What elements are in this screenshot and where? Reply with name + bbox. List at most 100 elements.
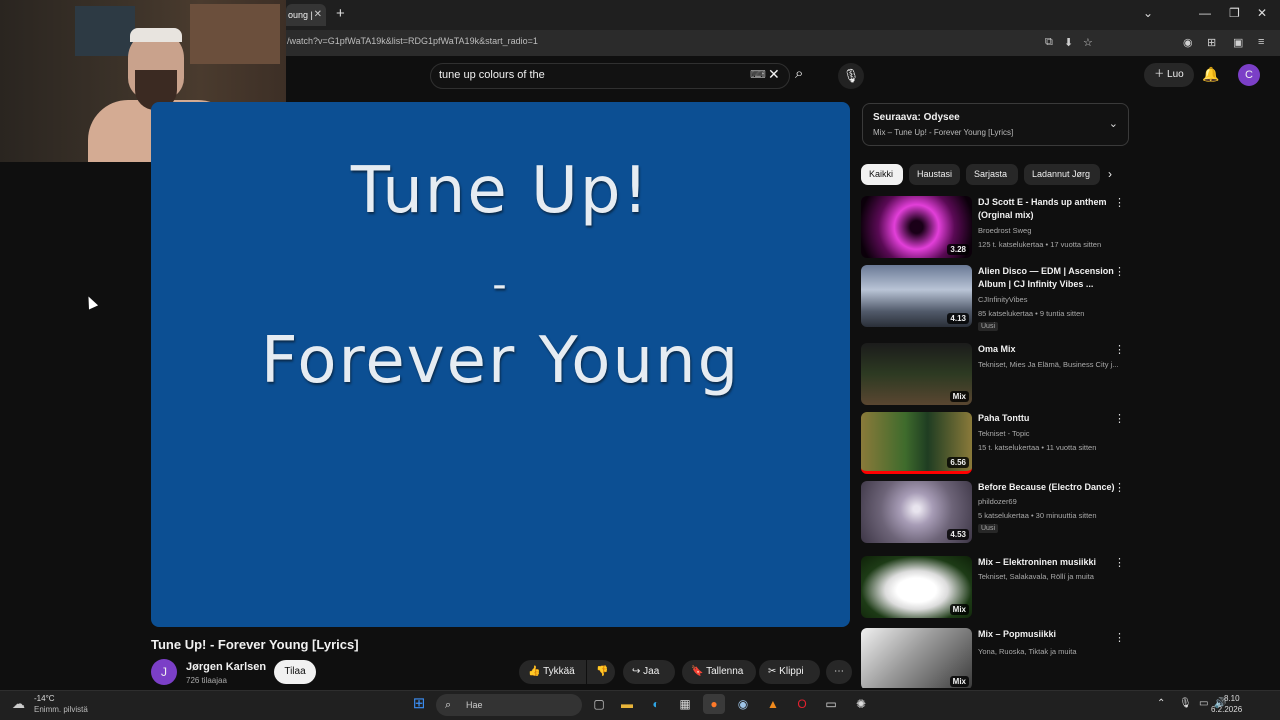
recommendation-channel[interactable]: Tekniset, Salakavala, Röllí ja muita [978,572,1126,581]
recommendation-title[interactable]: Paha Tonttu [978,412,1118,425]
chip-all[interactable]: Kaikki [861,164,903,185]
share-button[interactable]: ↪ Jaa [623,660,675,684]
keyboard-icon[interactable]: ⌨ [750,68,766,81]
recommendation-title[interactable]: Alien Disco — EDM | Ascension Album | CJ… [978,265,1118,291]
recommendation-item[interactable]: 6.56 Paha Tonttu Tekniset - Topic 15 t. … [861,412,1131,476]
clock-time[interactable]: 8.10 [1224,694,1240,703]
chevron-right-icon[interactable]: › [1108,167,1112,181]
menu-icon[interactable]: ≡ [1258,36,1264,48]
thumbnail[interactable]: Mix [861,556,972,618]
clear-search-icon[interactable]: ✕ [768,66,780,83]
recommendation-item[interactable]: 4.53 Before Because (Electro Dance) phil… [861,481,1131,545]
recommendation-item[interactable]: 3.28 DJ Scott E - Hands up anthem (Orgin… [861,196,1131,260]
opera-icon[interactable]: O [791,694,813,714]
extensions-icon[interactable]: ⊞ [1207,36,1216,49]
recommendation-title[interactable]: Before Because (Electro Dance) [978,481,1118,494]
create-button[interactable]: ＋ Luo [1144,63,1194,87]
browser-tab[interactable]: oung | ✕ [286,4,326,26]
microphone-icon[interactable]: 🎙 [838,63,864,89]
chip-search[interactable]: Haustasi [909,164,960,185]
recommendation-title[interactable]: Oma Mix [978,343,1118,356]
recommendation-item[interactable]: 4.13 Alien Disco — EDM | Ascension Album… [861,265,1131,331]
tray-chevron-up-icon[interactable]: ⌃ [1157,698,1165,709]
subscribe-button[interactable]: Tilaa [274,660,316,684]
weather-temp[interactable]: -14°C [34,694,55,703]
clip-button[interactable]: ✂ Klippi [759,660,820,684]
edge-browser-icon[interactable]: ◐ [645,694,667,714]
video-frame-line2: - [492,262,509,308]
recommendation-stats: 85 katselukertaa • 9 tuntia sitten [978,309,1085,318]
recommendation-channel[interactable]: CJInfinityVibes [978,295,1126,304]
terminal-icon[interactable]: ▭ [820,694,842,714]
chevron-down-icon[interactable]: ⌄ [1109,117,1118,130]
more-vert-icon[interactable]: ⋮ [1114,481,1125,494]
picture-in-picture-icon[interactable]: ⧉ [1045,36,1053,49]
steam-icon[interactable]: ◉ [732,694,754,714]
thumbnail[interactable]: 4.53 [861,481,972,543]
thumbnail[interactable]: 3.28 [861,196,972,258]
close-tab-icon[interactable]: ✕ [314,4,322,26]
recommendation-channel[interactable]: Tekniset - Topic [978,429,1126,438]
notifications-bell-icon[interactable]: 🔔 [1202,66,1219,83]
dislike-button[interactable]: 👎 [587,660,615,684]
restore-icon[interactable]: ❐ [1229,6,1240,20]
close-window-icon[interactable]: ✕ [1257,6,1267,20]
up-next-panel[interactable]: Seuraava: Odysee Mix – Tune Up! - Foreve… [862,103,1129,146]
minimize-icon[interactable]: — [1199,6,1211,20]
microphone-tray-icon[interactable]: 🎙 [1179,698,1192,709]
account-icon[interactable]: ◉ [1183,36,1193,49]
more-vert-icon[interactable]: ⋮ [1114,412,1125,425]
app-icon[interactable]: ✺ [850,694,872,714]
channel-name[interactable]: Jørgen Karlsen [186,661,266,673]
recommendation-title[interactable]: Mix – Elektroninen musiikki [978,556,1118,569]
recommendation-channel[interactable]: Yona, Ruoska, Tiktak ja muita [978,647,1126,656]
recommendation-item[interactable]: Mix Oma Mix Tekniset, Mies Ja Elämä, Bus… [861,343,1131,407]
thumbnail[interactable]: Mix [861,343,972,405]
chip-series[interactable]: Sarjasta [966,164,1018,185]
recommendation-channel[interactable]: Broedrost Sweg [978,226,1126,235]
task-view-icon[interactable]: ▢ [588,694,610,714]
recommendation-item[interactable]: Mix Mix – Popmusiikki Yona, Ruoska, Tikt… [861,628,1131,688]
store-icon[interactable]: ▦ [674,694,696,714]
download-icon[interactable]: ⬇ [1064,36,1073,49]
recommendation-channel[interactable]: phildozer69 [978,497,1126,506]
bookmark-icon: 🔖 [691,666,707,677]
video-frame-line1: Tune Up! [350,154,651,228]
url-text[interactable]: /watch?v=G1pfWaTA19k&list=RDG1pfWaTA19k&… [287,36,538,46]
taskbar-search[interactable]: ⌕ Hae [436,694,582,716]
recommendation-title[interactable]: Mix – Popmusiikki [978,628,1118,641]
search-icon[interactable]: ⌕ [795,65,803,82]
thumbnail[interactable]: Mix [861,628,972,688]
channel-avatar[interactable]: J [151,659,177,685]
thumbnail[interactable]: 4.13 [861,265,972,327]
more-vert-icon[interactable]: ⋮ [1114,343,1125,356]
clock-date[interactable]: 6.2.2026 [1211,705,1242,714]
user-avatar[interactable]: C [1238,64,1260,86]
chip-uploaded-by[interactable]: Ladannut Jørg [1024,164,1100,185]
more-vert-icon[interactable]: ⋮ [1114,556,1125,569]
start-menu-icon[interactable]: ⊞ [408,694,430,714]
recommendation-item[interactable]: Mix Mix – Elektroninen musiikki Tekniset… [861,556,1131,620]
network-icon[interactable]: ▭ [1199,698,1208,709]
addon-icon[interactable]: ▣ [1233,36,1243,49]
save-button[interactable]: 🔖 Tallenna [682,660,756,684]
more-vert-icon[interactable]: ⋮ [1114,265,1125,278]
search-input[interactable]: tune up colours of the [439,69,545,81]
like-button[interactable]: 👍 Tykkää [519,660,586,684]
new-tab-icon[interactable]: + [336,5,345,22]
weather-cloud-icon[interactable]: ☁ [12,696,25,712]
firefox-icon[interactable]: ● [703,694,725,714]
thumbnail[interactable]: 6.56 [861,412,972,474]
more-vert-icon[interactable]: ⋮ [1114,196,1125,209]
tab-list-icon[interactable]: ⌄ [1143,6,1153,20]
more-actions-button[interactable]: ⋯ [826,660,852,684]
more-vert-icon[interactable]: ⋮ [1114,631,1125,644]
recommendation-title[interactable]: DJ Scott E - Hands up anthem (Orginal mi… [978,196,1118,222]
weather-desc[interactable]: Enimm. pilvistä [34,705,88,714]
bookmark-star-icon[interactable]: ☆ [1083,36,1093,49]
recommendation-channel[interactable]: Tekniset, Mies Ja Elämä, Business City j… [978,360,1126,369]
video-player[interactable]: Tune Up! - Forever Young [151,102,850,627]
vlc-icon[interactable]: ▲ [762,694,784,714]
file-explorer-icon[interactable]: ▬ [616,694,638,714]
mix-badge: Mix [949,676,969,687]
